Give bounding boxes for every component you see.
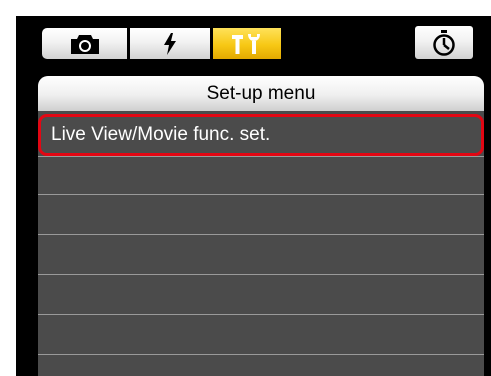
- menu-row-empty: [38, 314, 484, 352]
- menu-item-label: Live View/Movie func. set.: [51, 124, 271, 145]
- camera-menu-screen: Set-up menu Live View/Movie func. set.: [16, 16, 491, 376]
- tab-shooting[interactable]: [42, 28, 127, 59]
- menu-row-empty: [38, 274, 484, 312]
- menu-row-empty: [38, 156, 484, 194]
- menu-row-empty: [38, 354, 484, 376]
- tab-timer[interactable]: [415, 26, 473, 59]
- menu-title: Set-up menu: [38, 76, 484, 111]
- tab-setup[interactable]: [213, 28, 281, 59]
- setup-menu-panel: Set-up menu Live View/Movie func. set.: [38, 76, 484, 376]
- setup-tools-icon: [232, 33, 260, 54]
- flash-icon: [164, 32, 176, 55]
- menu-row-empty: [38, 234, 484, 272]
- menu-row-empty: [38, 194, 484, 232]
- camera-icon: [70, 34, 99, 54]
- menu-item-live-view-movie[interactable]: Live View/Movie func. set.: [38, 114, 484, 156]
- timer-icon: [433, 29, 455, 56]
- tab-flash[interactable]: [130, 28, 210, 59]
